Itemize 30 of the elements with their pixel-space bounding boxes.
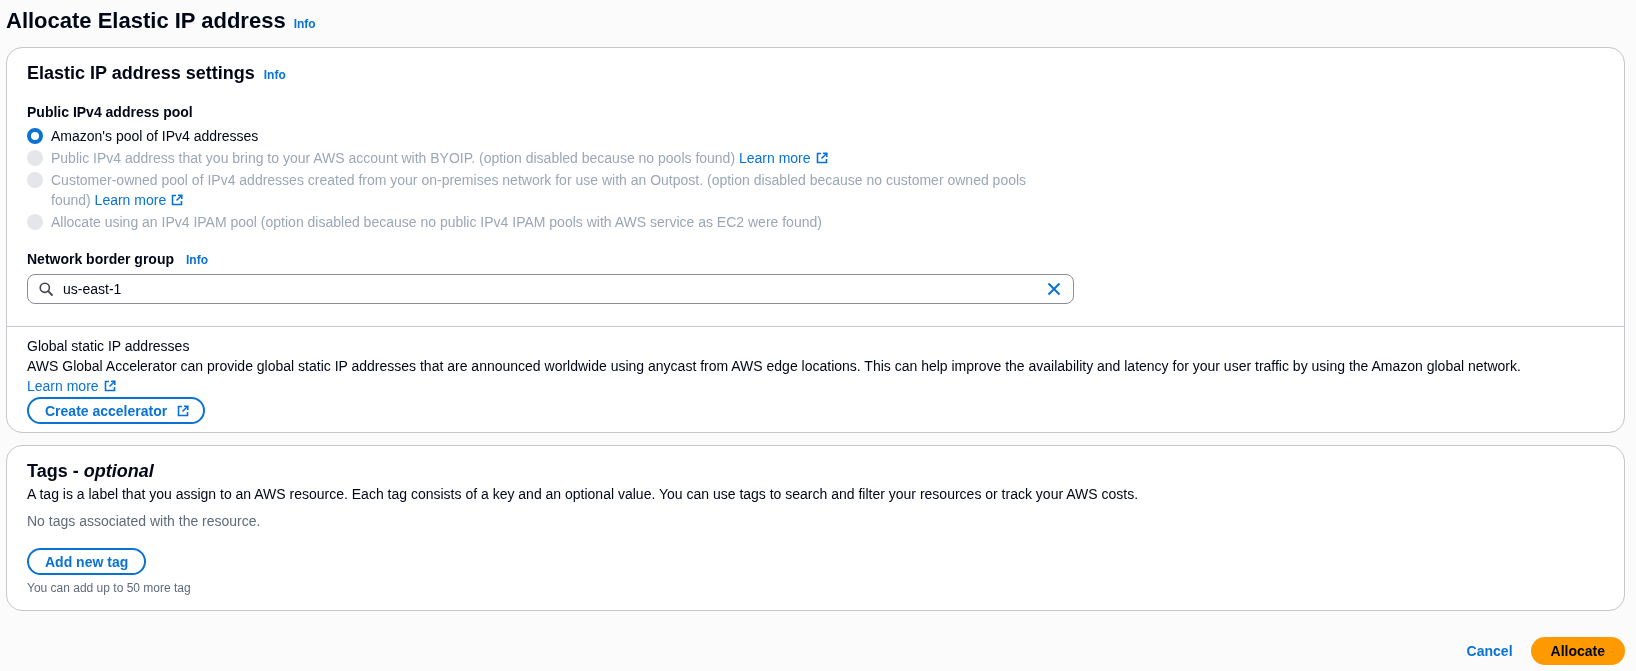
info-link[interactable]: Info <box>293 16 316 32</box>
info-link[interactable]: Info <box>263 67 286 83</box>
field-label: Public IPv4 address pool <box>27 103 194 122</box>
external-link-icon <box>815 152 828 164</box>
cancel-button[interactable]: Cancel <box>1460 639 1519 663</box>
section-subtitle: Global static IP addresses <box>27 337 191 356</box>
radio-label: Allocate using an IPv4 IPAM pool (option disabled because no public IPv4 IPAM pools with AWS service as EC2 were found) <box>51 213 822 232</box>
external-link-icon <box>103 380 116 392</box>
learn-more-link[interactable]: Learn more <box>27 378 116 394</box>
radio-label: Amazon's pool of IPv4 addresses <box>51 127 259 146</box>
external-link-icon <box>177 404 190 417</box>
description-text: A tag is a label that you assign to an AWS resource. Each tag consists of a key and an optional value. You can use tags to search and filter your resources or track your AWS costs. <box>27 485 1140 504</box>
section-title: Elastic IP address settings <box>27 62 255 85</box>
add-tag-button[interactable]: Add new tag <box>27 548 147 575</box>
clear-icon[interactable] <box>1047 282 1061 296</box>
description-text: AWS Global Accelerator can provide global static IP addresses that are announced worldwide using anycast from AWS edge locations. This can help improve the availability and latency for your user traffic by using the Amazon global network. Learn more <box>27 357 1522 396</box>
field-label: Network border group <box>27 250 174 269</box>
radio-label: Public IPv4 address that you bring to your AWS account with BYOIP. (option disabled because no pools found) Learn more <box>51 148 828 168</box>
info-link[interactable]: Info <box>186 252 208 268</box>
radio-button[interactable] <box>27 128 43 144</box>
radio-label: Customer-owned pool of IPv4 addresses created from your on-premises network for use with an Outpost. (option disabled because no customer owned pools found) Learn more <box>51 171 1028 210</box>
empty-message: No tags associated with the resource. <box>27 512 262 531</box>
search-field[interactable]: us-east-1 <box>27 274 1074 304</box>
create-accelerator-button[interactable]: Create accelerator <box>27 397 206 424</box>
page-title: Allocate Elastic IP address <box>6 7 286 35</box>
allocate-button[interactable]: Allocate <box>1530 637 1625 665</box>
external-link-icon <box>171 194 184 206</box>
section-title: Tags - optional <box>27 460 155 483</box>
hint-text: You can add up to 50 more tag <box>27 580 192 596</box>
search-icon <box>39 282 53 296</box>
